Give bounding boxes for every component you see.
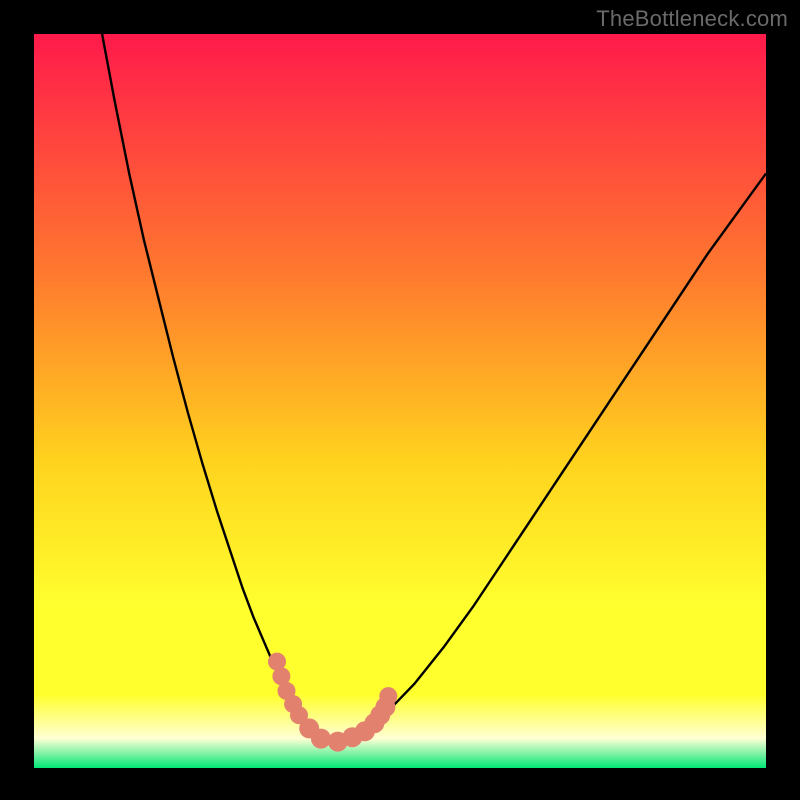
chart-svg (34, 34, 766, 768)
gradient-background (34, 34, 766, 768)
data-marker (311, 729, 331, 749)
watermark-text: TheBottleneck.com (596, 6, 788, 32)
chart-frame: TheBottleneck.com (0, 0, 800, 800)
plot-area (34, 34, 766, 768)
data-marker (379, 687, 397, 705)
